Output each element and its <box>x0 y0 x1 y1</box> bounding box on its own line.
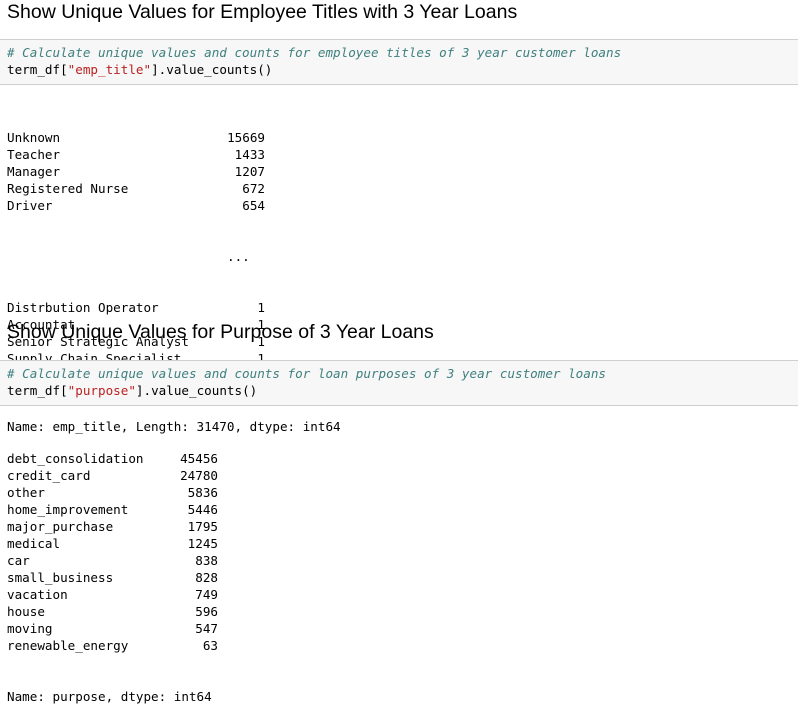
output-row-label: Teacher <box>7 147 61 162</box>
output-row-value: 15669 <box>227 130 265 145</box>
output-row: Unknown 15669 <box>7 129 341 146</box>
output-row: Teacher 1433 <box>7 146 341 163</box>
code-suffix: ].value_counts() <box>135 383 258 398</box>
output-row-label: Driver <box>7 198 53 213</box>
code-prefix: term_df[ <box>7 62 68 77</box>
section-heading-purpose: Show Unique Values for Purpose of 3 Year… <box>7 321 434 343</box>
output-row-value: 1795 <box>187 519 218 534</box>
output-row-label: Distrbution Operator <box>7 300 159 315</box>
output-row-label: Registered Nurse <box>7 181 129 196</box>
code-line: term_df["purpose"].value_counts() <box>7 382 791 399</box>
output-row-value: 5836 <box>187 485 218 500</box>
output-row-value: 672 <box>242 181 265 196</box>
output-footer: Name: purpose, dtype: int64 <box>7 689 212 704</box>
output-row-label: moving <box>7 621 53 636</box>
output-row-value: 838 <box>195 553 218 568</box>
output-row-value: 24780 <box>180 468 218 483</box>
code-suffix: ].value_counts() <box>151 62 273 77</box>
output-row-label: Unknown <box>7 130 61 145</box>
code-comment: # Calculate unique values and counts for… <box>7 45 622 60</box>
output-row-value: 828 <box>195 570 218 585</box>
section-heading-emp-title: Show Unique Values for Employee Titles w… <box>7 1 518 23</box>
output-row-value: 1207 <box>234 164 265 179</box>
output-row-label: renewable_energy <box>7 638 129 653</box>
output-row-label: debt_consolidation <box>7 451 144 466</box>
code-comment: # Calculate unique values and counts for… <box>7 366 606 381</box>
output-row-label: other <box>7 485 45 500</box>
output-purpose: debt_consolidation 45456 credit_card 24780 o… <box>7 416 218 722</box>
output-row: car 838 <box>7 552 218 569</box>
output-row: Distrbution Operator 1 <box>7 299 341 316</box>
output-row-value: 45456 <box>180 451 218 466</box>
output-row-value: 749 <box>195 587 218 602</box>
output-row-label: Manager <box>7 164 61 179</box>
code-cell-emp-title[interactable]: # Calculate unique values and counts for… <box>0 39 798 85</box>
output-row-label: major_purchase <box>7 519 114 534</box>
output-row-value: 547 <box>195 621 218 636</box>
code-cell-purpose[interactable]: # Calculate unique values and counts for… <box>0 360 798 406</box>
code-prefix: term_df[ <box>7 383 68 398</box>
output-row: other 5836 <box>7 484 218 501</box>
code-string: "emp_title" <box>67 62 152 77</box>
output-row: Manager 1207 <box>7 163 341 180</box>
output-row-label: small_business <box>7 570 114 585</box>
output-row: vacation 749 <box>7 586 218 603</box>
output-row-value: 63 <box>202 638 218 653</box>
output-row-label: house <box>7 604 45 619</box>
output-row-label: car <box>7 553 30 568</box>
output-row: renewable_energy 63 <box>7 637 218 654</box>
output-row: moving 547 <box>7 620 218 637</box>
code-string: "purpose" <box>67 383 136 398</box>
output-row: small_business 828 <box>7 569 218 586</box>
output-row: Registered Nurse 672 <box>7 180 341 197</box>
output-row-label: credit_card <box>7 468 91 483</box>
output-row-value: 1 <box>257 300 265 315</box>
output-row: debt_consolidation 45456 <box>7 450 218 467</box>
output-row-value: 654 <box>242 198 265 213</box>
output-row: major_purchase 1795 <box>7 518 218 535</box>
output-row: home_improvement 5446 <box>7 501 218 518</box>
code-line: term_df["emp_title"].value_counts() <box>7 61 791 78</box>
output-row: Driver 654 <box>7 197 341 214</box>
output-row: house 596 <box>7 603 218 620</box>
output-row-value: 1433 <box>234 147 265 162</box>
output-row: credit_card 24780 <box>7 467 218 484</box>
output-row-value: 1245 <box>187 536 218 551</box>
output-row-label: vacation <box>7 587 68 602</box>
output-row-value: 5446 <box>187 502 218 517</box>
output-row: medical 1245 <box>7 535 218 552</box>
output-ellipsis: ... <box>227 249 250 264</box>
output-row-label: home_improvement <box>7 502 129 517</box>
output-row-label: medical <box>7 536 61 551</box>
output-row-value: 596 <box>195 604 218 619</box>
